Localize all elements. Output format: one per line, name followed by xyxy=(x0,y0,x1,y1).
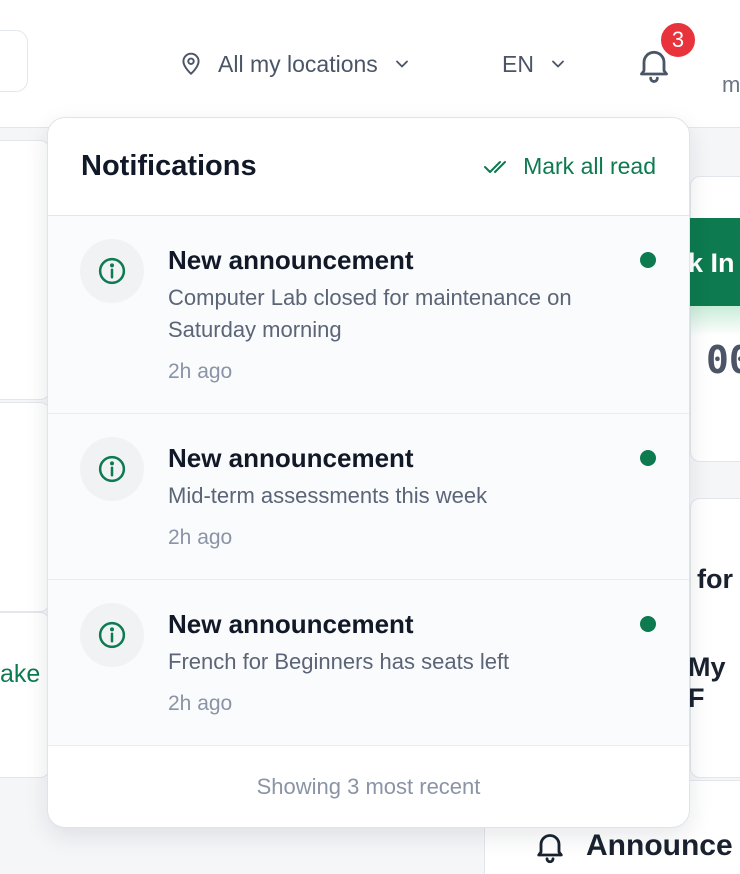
notification-count-badge: 3 xyxy=(658,20,698,60)
background-card xyxy=(690,498,740,778)
mark-all-read-button[interactable]: Mark all read xyxy=(483,153,656,180)
background-card xyxy=(0,140,50,400)
info-icon-wrap xyxy=(80,239,144,303)
info-icon xyxy=(97,454,127,484)
notification-message: French for Beginners has seats left xyxy=(168,649,510,674)
timer-readout: 00 xyxy=(706,338,740,382)
notification-title: New announcement xyxy=(168,443,414,473)
notification-title: New announcement xyxy=(168,609,414,639)
notification-item[interactable]: New announcement Computer Lab closed for… xyxy=(48,216,689,414)
location-label: All my locations xyxy=(218,50,378,77)
info-icon-wrap xyxy=(80,603,144,667)
notifications-title: Notifications xyxy=(81,150,257,182)
info-icon xyxy=(97,620,127,650)
notifications-footer: Showing 3 most recent xyxy=(256,774,481,799)
double-check-icon xyxy=(483,156,511,178)
bell-icon xyxy=(532,826,568,866)
notification-time: 2h ago xyxy=(168,360,233,383)
search-box[interactable] xyxy=(0,30,28,92)
app-page: All my locations EN 3 m k In 0 for My F … xyxy=(0,0,740,874)
announcements-title: Announce xyxy=(586,829,733,862)
language-label: EN xyxy=(502,50,534,77)
map-pin-icon xyxy=(178,50,204,78)
language-selector[interactable]: EN xyxy=(502,48,568,80)
unread-dot xyxy=(640,450,656,466)
notification-item[interactable]: New announcement French for Beginners ha… xyxy=(48,580,689,746)
notifications-header: Notifications Mark all read xyxy=(48,118,689,216)
top-bar: All my locations EN 3 m xyxy=(0,0,740,128)
user-menu[interactable]: m xyxy=(722,72,740,98)
background-text-my: My F xyxy=(688,652,726,713)
background-link-fragment[interactable]: ake xyxy=(0,660,40,689)
unread-dot xyxy=(640,616,656,632)
info-icon-wrap xyxy=(80,437,144,501)
background-text-for: for xyxy=(697,564,733,594)
background-card xyxy=(0,402,50,612)
background-card xyxy=(0,612,50,778)
notification-item[interactable]: New announcement Mid-term assessments th… xyxy=(48,414,689,580)
notification-message: Computer Lab closed for maintenance on S… xyxy=(168,285,572,342)
notification-title: New announcement xyxy=(168,245,414,275)
notification-time: 2h ago xyxy=(168,526,233,549)
check-in-label: k In xyxy=(688,248,735,278)
notification-time: 2h ago xyxy=(168,692,233,715)
chevron-down-icon xyxy=(548,54,568,74)
unread-dot xyxy=(640,252,656,268)
notification-message: Mid-term assessments this week xyxy=(168,483,488,508)
info-icon xyxy=(97,256,127,286)
announcements-heading: Announce xyxy=(532,826,733,866)
mark-all-read-label: Mark all read xyxy=(523,153,656,179)
location-selector[interactable]: All my locations xyxy=(178,48,412,80)
chevron-down-icon xyxy=(392,54,412,74)
notifications-panel: Notifications Mark all read New announce… xyxy=(47,117,690,828)
